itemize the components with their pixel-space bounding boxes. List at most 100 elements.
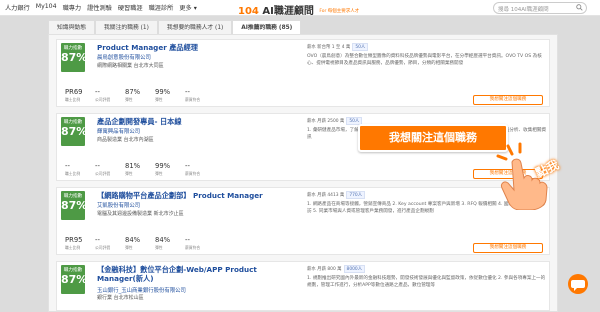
- job-list-panel: 職力指數 87% Product Manager 產品經理 晨鳥創意股份有限公司…: [48, 34, 558, 312]
- stat-value: PR95: [65, 236, 83, 244]
- stat-value: 87%: [125, 88, 141, 96]
- follow-job-button[interactable]: 我想關注這個職務: [473, 95, 543, 105]
- stat-value: 99%: [155, 162, 171, 170]
- nav-item[interactable]: 證性測驗: [87, 3, 112, 12]
- brand-tagline: For 每個主要求人才: [319, 9, 360, 14]
- search-placeholder: 搜尋 104AI職涯顧問: [498, 7, 549, 13]
- salary-text: 薪水 月薪 800 萬: [307, 267, 342, 272]
- tab-wanted-talent[interactable]: 我想要的職務人才 (1): [157, 20, 233, 34]
- company-link[interactable]: 玉山銀行_玉山商業銀行股份有限公司: [97, 286, 186, 294]
- job-title-link[interactable]: 【金融科技】數位平台企劃-Web/APP Product Manager(新人): [97, 265, 297, 283]
- job-title-link[interactable]: Product Manager 產品經理: [97, 43, 198, 53]
- salary-text: 薪水 月薪 2500 萬: [307, 119, 345, 124]
- nav-item-more[interactable]: 更多 ▾: [179, 3, 196, 12]
- nav-item[interactable]: My104: [36, 3, 57, 12]
- stat-label: 薪資符合: [185, 245, 201, 250]
- stat-value: --: [185, 88, 190, 96]
- score-badge: 職力指數 87%: [61, 191, 88, 220]
- nav-item[interactable]: 人力銀行: [5, 3, 30, 12]
- stat-label: 彈性: [155, 171, 163, 176]
- stat: 84% 彈性: [125, 236, 155, 251]
- brand-name: AI職涯顧問: [262, 6, 314, 17]
- stat: -- 薪資符合: [185, 236, 215, 251]
- score-badge: 職力指數 87%: [61, 265, 88, 294]
- tab-knowledge[interactable]: 知識與動態: [48, 20, 95, 34]
- score-badge: 職力指數 87%: [61, 117, 88, 146]
- stat-label: 彈性: [125, 171, 133, 176]
- stat-value: 99%: [155, 88, 171, 96]
- stat: 87% 彈性: [125, 88, 155, 103]
- job-card: 職力指數 87% 【金融科技】數位平台企劃-Web/APP Product Ma…: [56, 261, 550, 311]
- chat-icon: [571, 280, 585, 291]
- main-nav: 人力銀行 My104 職專力 證性測驗 硬習職涯 職涯診所 更多 ▾: [5, 3, 197, 12]
- headcount-badge: 770人: [346, 191, 366, 199]
- job-stats: PR69 職士比例 -- 公司評價 87% 彈性 99% 彈性 -- 薪資符合: [65, 88, 215, 103]
- stat: -- 薪資符合: [185, 88, 215, 103]
- stat-value: --: [185, 236, 190, 244]
- score-value: 87%: [61, 199, 88, 212]
- stat: PR69 職士比例: [65, 88, 95, 103]
- stat: -- 公司評價: [95, 162, 125, 177]
- follow-job-button[interactable]: 我想關注這個職務: [473, 243, 543, 253]
- chat-button[interactable]: [568, 274, 588, 294]
- salary-meta: 薪水 新台幣 1 至 4 萬 50人: [307, 43, 547, 51]
- stat-value: --: [65, 162, 70, 170]
- stat-label: 職士比例: [65, 97, 81, 102]
- stat-label: 薪資符合: [185, 171, 201, 176]
- tab-followed-jobs[interactable]: 我關注的職務 (1): [95, 20, 158, 34]
- stat: 99% 彈性: [155, 162, 185, 177]
- salary-meta: 薪水 月薪 800 萬 8000人: [307, 265, 547, 273]
- company-link[interactable]: 艾凱股份有限公司: [97, 201, 140, 209]
- search-input[interactable]: 搜尋 104AI職涯顧問: [493, 2, 587, 14]
- job-description: OVO（晨鳥創意）為整合數位類型圖像的資料科技品牌優勢與電影平台，在分學經歷選平…: [307, 54, 542, 66]
- score-badge: 職力指數 87%: [61, 43, 88, 72]
- nav-item[interactable]: 職涯診所: [149, 3, 174, 12]
- company-link[interactable]: 晨鳥創意股份有限公司: [97, 53, 151, 61]
- stat-value: PR69: [65, 88, 83, 96]
- stat-value: --: [95, 236, 100, 244]
- stat-value: 84%: [155, 236, 171, 244]
- stat-label: 薪資符合: [185, 97, 201, 102]
- job-details: 薪水 月薪 800 萬 8000人 1. 規劃推出研究國內外最新的金融科技趨勢，開…: [307, 265, 547, 289]
- company-link[interactable]: 輝寓興品有限公司: [97, 127, 140, 135]
- stat: -- 公司評價: [95, 236, 125, 251]
- score-value: 87%: [61, 51, 88, 64]
- nav-item[interactable]: 硬習職涯: [118, 3, 143, 12]
- stat-value: --: [95, 88, 100, 96]
- salary-text: 薪水 新台幣 1 至 4 萬: [307, 45, 351, 50]
- brand-logo[interactable]: 104 AI職涯顧問 For 每個主要求人才: [238, 2, 359, 17]
- stat: PR95 職士比例: [65, 236, 95, 251]
- industry-location: 電腦及其週邊設備製造業 新北市汐止區: [97, 211, 184, 217]
- stat-label: 彈性: [125, 245, 133, 250]
- search-icon[interactable]: [576, 4, 583, 11]
- job-title-link[interactable]: 產品企劃開發專員- 日本線: [97, 117, 182, 127]
- stat: 84% 彈性: [155, 236, 185, 251]
- stat-value: 84%: [125, 236, 141, 244]
- stat: -- 職士比例: [65, 162, 95, 177]
- headcount-badge: 8000人: [343, 265, 366, 273]
- stat: 81% 彈性: [125, 162, 155, 177]
- stat-label: 彈性: [155, 97, 163, 102]
- stat-value: 81%: [125, 162, 141, 170]
- top-bar: 人力銀行 My104 職專力 證性測驗 硬習職涯 職涯診所 更多 ▾ 104 A…: [0, 0, 600, 17]
- stat-label: 彈性: [155, 245, 163, 250]
- stat: 99% 彈性: [155, 88, 185, 103]
- stat-value: --: [95, 162, 100, 170]
- salary-text: 薪水 月薪 4413 萬: [307, 193, 345, 198]
- stat-label: 彈性: [125, 97, 133, 102]
- tab-bar: 知識與動態 我關注的職務 (1) 我想要的職務人才 (1) AI推薦的職務 (8…: [48, 20, 302, 34]
- job-details: 薪水 新台幣 1 至 4 萬 50人 OVO（晨鳥創意）為整合數位類型圖像的資料科…: [307, 43, 547, 67]
- job-description: 1. 規劃推出研究國內外最新的金融科技趨勢，開發技術發展與優化與監督政策，依從數…: [307, 276, 546, 288]
- stat: -- 薪資符合: [185, 162, 215, 177]
- stat-value: --: [185, 162, 190, 170]
- industry-location: 商品製造業 台北市內湖區: [97, 137, 154, 143]
- job-card: 職力指數 87% 【網路購物平台產品企劃部】 Product Manager 艾…: [56, 187, 550, 255]
- nav-item[interactable]: 職專力: [63, 3, 82, 12]
- job-card: 職力指數 87% Product Manager 產品經理 晨鳥創意股份有限公司…: [56, 39, 550, 107]
- score-value: 87%: [61, 125, 88, 138]
- industry-location: 網際網路相關業 台北市大同區: [97, 63, 164, 69]
- follow-callout: 我想關注這個職務: [358, 124, 508, 152]
- job-title-link[interactable]: 【網路購物平台產品企劃部】 Product Manager: [97, 191, 263, 201]
- score-value: 87%: [61, 273, 88, 286]
- tab-ai-recommended[interactable]: AI推薦的職務 (85): [232, 20, 302, 34]
